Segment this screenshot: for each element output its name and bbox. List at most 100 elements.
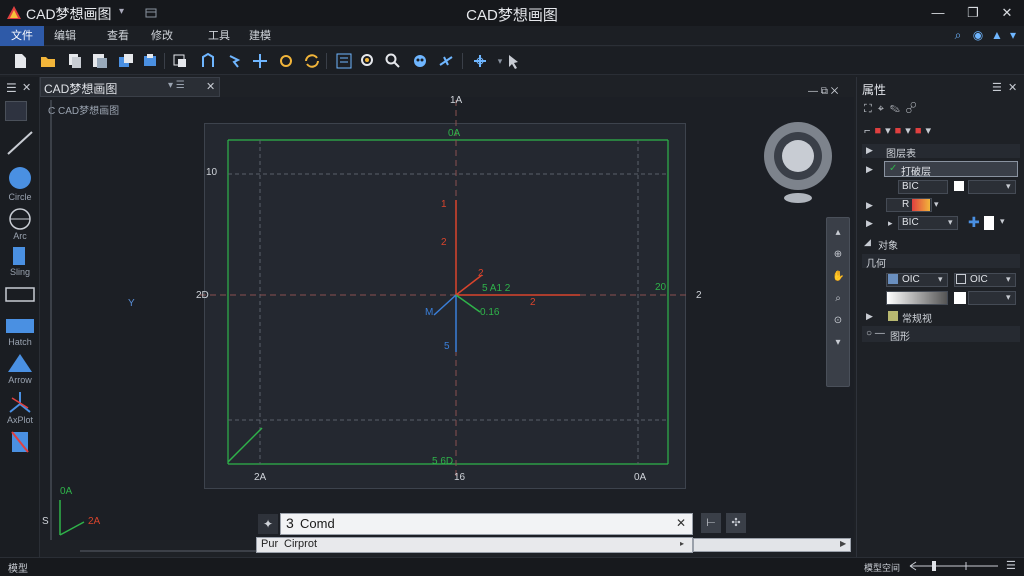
rotate-icon[interactable]	[276, 51, 296, 71]
rect-icon[interactable]	[4, 245, 36, 267]
menu-tools[interactable]: 工具	[202, 26, 236, 46]
settings-icon[interactable]: ▾	[1006, 28, 1020, 42]
horizontal-ruler	[80, 550, 260, 552]
circle-icon[interactable]	[4, 166, 36, 192]
transparency-slider[interactable]	[886, 291, 948, 305]
triangle-icon[interactable]	[4, 352, 36, 374]
minimize-button[interactable]: —	[929, 4, 947, 22]
properties-title: 属性	[862, 83, 887, 97]
command-history-icon[interactable]: ⊢	[701, 513, 721, 533]
menu-model[interactable]: 建模	[243, 26, 277, 46]
section-other-row[interactable]	[862, 326, 1020, 342]
axis-icon[interactable]	[4, 390, 36, 414]
y-label: 10	[206, 167, 218, 178]
section-misc: 对象	[878, 241, 898, 252]
menu-edit[interactable]: 编辑	[48, 26, 82, 46]
label-4: 5 A1 2	[482, 283, 511, 294]
circle-label: Circle	[8, 192, 32, 202]
pan-icon[interactable]	[198, 51, 218, 71]
status-right-text[interactable]: 模型空间	[864, 561, 900, 574]
user-icon[interactable]: ▲	[990, 28, 1004, 42]
zoom-slider[interactable]	[906, 559, 1002, 573]
r-expand-icon[interactable]: ▶	[866, 200, 873, 211]
hatch-icon[interactable]	[4, 317, 36, 335]
layer-expand-icon[interactable]: ▶	[866, 164, 873, 175]
chevron-down-icon: ▾	[1006, 274, 1011, 284]
command-settings-icon[interactable]: ✣	[726, 513, 746, 533]
ucs-s-label: S	[42, 516, 49, 527]
menu-view[interactable]: 查看	[101, 26, 135, 46]
command-pin-icon[interactable]: ✦	[258, 514, 278, 534]
move-icon[interactable]	[250, 51, 270, 71]
section-expand-icon[interactable]: ▶	[866, 145, 873, 156]
command-close-icon[interactable]: ✕	[676, 516, 686, 530]
search-icon[interactable]: ⌕	[951, 28, 965, 42]
status-left-text[interactable]: 模型	[8, 560, 28, 575]
layer-field-value: 打破层	[901, 167, 931, 178]
refresh-icon[interactable]	[302, 51, 322, 71]
tab-menu-icon[interactable]: ▾ ☰	[168, 80, 185, 91]
properties-toolbar-2[interactable]: ⌐■▾■▾■▾	[864, 124, 935, 137]
measure-icon[interactable]	[436, 51, 456, 71]
corner-bl-label: 2A	[254, 472, 267, 483]
orbit-icon[interactable]	[224, 51, 244, 71]
drawing-geometry	[200, 100, 690, 480]
export-icon[interactable]	[116, 51, 136, 71]
section-view-expand-icon[interactable]: ▶	[866, 311, 873, 322]
color2-value: BIC	[902, 217, 919, 228]
line-icon[interactable]	[4, 128, 36, 158]
print-icon[interactable]	[140, 51, 160, 71]
menu-file[interactable]: 文件	[0, 26, 44, 46]
grid-icon[interactable]	[334, 51, 354, 71]
help-icon[interactable]: ◉	[971, 28, 985, 42]
vertical-ruler	[50, 100, 52, 540]
status-menu-icon[interactable]: ☰	[1006, 559, 1016, 572]
panel-menu-icon[interactable]: ☰	[992, 81, 1002, 94]
pointer-icon[interactable]	[504, 51, 524, 71]
chevron-down-icon: ▾	[934, 199, 939, 209]
close-button[interactable]: ✕	[998, 4, 1016, 22]
geom-swatch-2	[956, 274, 966, 284]
new-file-icon[interactable]	[10, 51, 30, 71]
color-swatch[interactable]	[954, 181, 964, 191]
copy-icon[interactable]	[64, 51, 84, 71]
arc-icon[interactable]	[4, 207, 36, 231]
view-icon[interactable]	[410, 51, 430, 71]
corner-bm-label: 16	[454, 472, 466, 483]
add-icon[interactable]: ✚	[968, 214, 980, 231]
maximize-button[interactable]: ❐	[964, 4, 982, 22]
properties-toolbar-1[interactable]: ⛶⌖✎☍	[864, 103, 922, 116]
horizontal-scrollbar[interactable]	[693, 538, 851, 552]
select-tool-button[interactable]	[5, 101, 27, 121]
open-folder-icon[interactable]	[38, 51, 58, 71]
command-prompt-bar[interactable]	[256, 537, 693, 553]
erase-icon[interactable]	[4, 430, 36, 454]
section-misc-icon[interactable]: ◢	[864, 237, 871, 248]
frame-top-label: 0A	[448, 128, 461, 139]
layer-check-icon: ✓	[889, 163, 898, 174]
command-prompt-label: Pur	[261, 538, 279, 550]
command-input[interactable]	[280, 513, 693, 535]
section-other: 图形	[890, 332, 910, 343]
nav-bar-icons[interactable]: ▴ ⊕ ✋ ⌕ ⊙ ▾	[832, 222, 844, 354]
palette-menu-icon[interactable]: ☰	[6, 81, 17, 95]
chevron-down-icon: ▾	[938, 274, 943, 284]
rectangle-icon[interactable]	[4, 285, 36, 305]
color2-sub-icon: ▸	[888, 218, 893, 228]
label-3: 2	[478, 268, 484, 279]
geom-value-1: OIC	[902, 274, 920, 285]
zoom-icon[interactable]	[383, 51, 403, 71]
layer-icon[interactable]	[170, 51, 190, 71]
swatch-white[interactable]	[984, 216, 994, 230]
color2-expand-icon[interactable]: ▶	[866, 218, 873, 229]
viewport-controls[interactable]: — ⧉ ✕	[808, 86, 838, 97]
panel-close-icon[interactable]: ✕	[1008, 81, 1017, 94]
menu-modify[interactable]: 修改	[145, 26, 179, 46]
snap-icon[interactable]	[470, 51, 490, 71]
palette-close-icon[interactable]: ✕	[22, 81, 31, 94]
save-icon[interactable]	[90, 51, 110, 71]
swatch-white-2[interactable]	[954, 292, 966, 304]
scroll-right-icon[interactable]: ▶	[840, 539, 846, 548]
zoom-extents-icon[interactable]	[358, 51, 378, 71]
viewcube-icon[interactable]	[762, 122, 834, 204]
